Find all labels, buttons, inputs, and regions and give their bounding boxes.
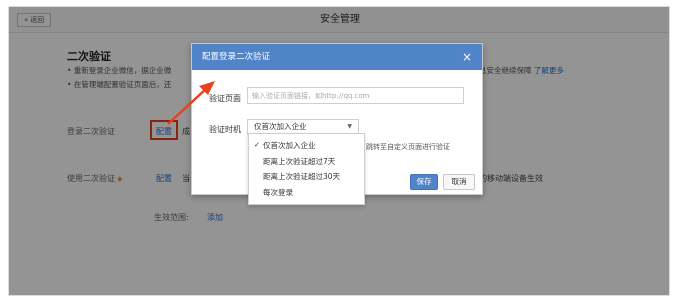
dropdown-item[interactable]: 距离上次验证超过30天 bbox=[249, 169, 364, 185]
caret-down-icon: ▼ bbox=[347, 123, 352, 130]
check-icon: ✓ bbox=[254, 141, 260, 149]
dropdown-item[interactable]: ✓ 仅首次加入企业 bbox=[249, 138, 364, 154]
dropdown-item-label: 距离上次验证超过30天 bbox=[263, 172, 341, 181]
save-button[interactable]: 保存 bbox=[410, 174, 438, 190]
dropdown-item[interactable]: 距离上次验证超过7天 bbox=[249, 154, 364, 170]
url-field-label: 验证页面 bbox=[209, 94, 241, 103]
app-window: « 返回 安全管理 二次验证 • 重新登录企业微信，据企业微 • 在管理端配置验… bbox=[8, 6, 670, 296]
dropdown-item-label: 仅首次加入企业 bbox=[263, 141, 316, 150]
timing-field-label: 验证时机 bbox=[209, 125, 241, 134]
timing-dropdown: ✓ 仅首次加入企业 距离上次验证超过7天 距离上次验证超过30天 每次登录 bbox=[248, 133, 365, 205]
dropdown-item-label: 距离上次验证超过7天 bbox=[263, 156, 336, 166]
close-icon[interactable]: × bbox=[462, 44, 472, 70]
url-input[interactable] bbox=[247, 87, 464, 104]
cancel-button[interactable]: 取消 bbox=[443, 174, 475, 190]
dropdown-item[interactable]: 每次登录 bbox=[249, 185, 364, 201]
dialog-title: 配置登录二次验证 bbox=[202, 52, 271, 62]
timing-hint: 跳转至自定义页面进行验证 bbox=[366, 143, 450, 151]
dialog-header: 配置登录二次验证 × bbox=[192, 44, 482, 70]
dropdown-item-label: 每次登录 bbox=[263, 187, 293, 197]
timing-select-value: 仅首次加入企业 bbox=[254, 122, 307, 131]
